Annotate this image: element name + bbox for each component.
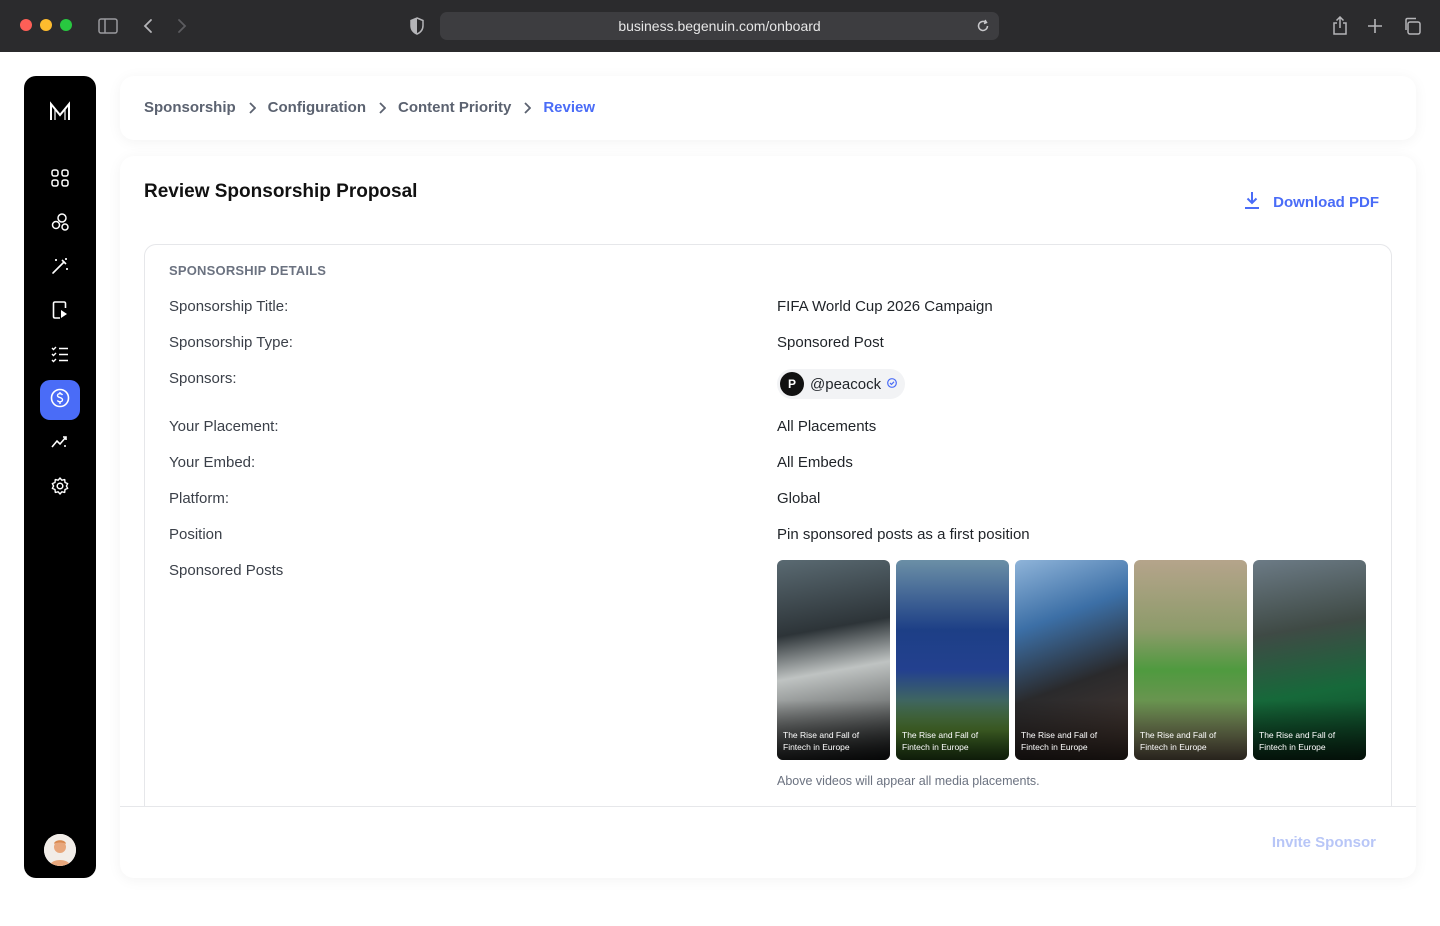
sidebar-item-settings[interactable] bbox=[40, 468, 80, 508]
sidebar-item-videos[interactable] bbox=[40, 292, 80, 332]
sidebar-item-sponsorship[interactable] bbox=[40, 380, 80, 420]
value-sponsorship-title: FIFA World Cup 2026 Campaign bbox=[777, 298, 993, 315]
label-your-placement: Your Placement: bbox=[169, 418, 279, 435]
brand-logo-icon[interactable] bbox=[48, 100, 72, 124]
invite-sponsor-button[interactable]: Invite Sponsor bbox=[1272, 834, 1376, 851]
value-position: Pin sponsored posts as a first position bbox=[777, 526, 1030, 543]
sponsored-post-thumbnail[interactable]: The Rise and Fall of Fintech in Europe bbox=[1015, 560, 1128, 760]
privacy-shield-icon[interactable] bbox=[405, 14, 429, 38]
breadcrumb-sponsorship[interactable]: Sponsorship bbox=[144, 99, 236, 116]
chevron-right-icon bbox=[378, 101, 386, 114]
post-caption: The Rise and Fall of Fintech in Europe bbox=[902, 730, 979, 752]
tab-overview-icon[interactable] bbox=[1400, 14, 1424, 38]
maximize-window-button[interactable] bbox=[60, 19, 72, 31]
label-sponsorship-title: Sponsorship Title: bbox=[169, 298, 289, 315]
post-caption: The Rise and Fall of Fintech in Europe bbox=[1140, 730, 1217, 752]
chevron-right-icon bbox=[523, 101, 532, 114]
sidebar-item-tasks[interactable] bbox=[40, 336, 80, 376]
breadcrumb-review: Review bbox=[543, 99, 596, 116]
page-title: Review Sponsorship Proposal bbox=[144, 181, 418, 202]
close-window-button[interactable] bbox=[20, 19, 32, 31]
sponsored-post-thumbnail[interactable]: The Rise and Fall of Fintech in Europe bbox=[1134, 560, 1247, 760]
video-page-icon bbox=[50, 300, 70, 325]
browser-toolbar: business.begenuin.com/onboard bbox=[0, 0, 1440, 52]
sponsored-post-thumbnail[interactable]: The Rise and Fall of Fintech in Europe bbox=[1253, 560, 1366, 760]
checklist-icon bbox=[50, 344, 70, 369]
magic-wand-icon bbox=[50, 256, 70, 281]
post-caption: The Rise and Fall of Fintech in Europe bbox=[783, 730, 860, 752]
sponsored-post-thumbnail[interactable]: The Rise and Fall of Fintech in Europe bbox=[896, 560, 1009, 760]
label-sponsorship-type: Sponsorship Type: bbox=[169, 334, 293, 351]
dollar-icon bbox=[49, 387, 71, 414]
url-text: business.begenuin.com/onboard bbox=[618, 18, 821, 34]
sponsor-chip[interactable]: P @peacock bbox=[777, 369, 906, 399]
share-icon[interactable] bbox=[1328, 14, 1352, 38]
minimize-window-button[interactable] bbox=[40, 19, 52, 31]
reload-icon[interactable] bbox=[973, 16, 993, 36]
chevron-right-icon bbox=[248, 101, 256, 114]
sponsored-post-thumbnail[interactable]: The Rise and Fall of Fintech in Europe bbox=[777, 560, 890, 760]
verified-badge-icon bbox=[887, 375, 898, 393]
label-platform: Platform: bbox=[169, 490, 230, 507]
sidebar-item-communities[interactable] bbox=[40, 204, 80, 244]
breadcrumb-configuration[interactable]: Configuration bbox=[268, 99, 366, 116]
breadcrumb-content-priority[interactable]: Content Priority bbox=[398, 99, 511, 116]
analytics-icon bbox=[50, 432, 70, 457]
new-tab-icon[interactable] bbox=[1363, 14, 1387, 38]
placement-note: Above videos will appear all media place… bbox=[777, 774, 1040, 788]
sponsored-posts-list: The Rise and Fall of Fintech in Europe T… bbox=[777, 560, 1366, 760]
download-icon bbox=[1243, 190, 1261, 214]
value-platform: Global bbox=[777, 490, 821, 507]
download-pdf-label: Download PDF bbox=[1273, 193, 1379, 211]
label-sponsors: Sponsors: bbox=[169, 370, 237, 387]
value-sponsorship-type: Sponsored Post bbox=[777, 334, 884, 351]
breadcrumb: Sponsorship Configuration Content Priori… bbox=[144, 99, 595, 116]
back-icon[interactable] bbox=[136, 14, 160, 38]
address-bar[interactable]: business.begenuin.com/onboard bbox=[440, 12, 999, 40]
review-card: Review Sponsorship Proposal Download PDF… bbox=[120, 156, 1416, 878]
sidebar-item-creative[interactable] bbox=[40, 248, 80, 288]
sidebar-item-analytics[interactable] bbox=[40, 424, 80, 464]
community-icon bbox=[50, 212, 70, 237]
breadcrumb-card: Sponsorship Configuration Content Priori… bbox=[120, 76, 1416, 140]
section-title: SPONSORSHIP DETAILS bbox=[169, 263, 327, 278]
settings-icon bbox=[50, 476, 70, 501]
grid-icon bbox=[50, 168, 70, 193]
value-your-embed: All Embeds bbox=[777, 454, 853, 471]
footer-divider bbox=[120, 806, 1416, 807]
label-position: Position bbox=[169, 526, 223, 543]
sponsor-logo: P bbox=[780, 372, 804, 396]
label-your-embed: Your Embed: bbox=[169, 454, 256, 471]
post-caption: The Rise and Fall of Fintech in Europe bbox=[1259, 730, 1336, 752]
sponsor-handle: @peacock bbox=[810, 375, 882, 393]
value-your-placement: All Placements bbox=[777, 418, 877, 435]
download-pdf-button[interactable]: Download PDF bbox=[1243, 190, 1379, 214]
user-avatar[interactable] bbox=[44, 834, 76, 866]
app-sidebar bbox=[24, 76, 96, 878]
sidebar-item-dashboard[interactable] bbox=[40, 160, 80, 200]
sidebar-toggle-icon[interactable] bbox=[96, 14, 120, 38]
forward-icon[interactable] bbox=[170, 14, 194, 38]
sponsorship-details: SPONSORSHIP DETAILS Sponsorship Title: F… bbox=[144, 244, 1392, 806]
post-caption: The Rise and Fall of Fintech in Europe bbox=[1021, 730, 1098, 752]
label-sponsored-posts: Sponsored Posts bbox=[169, 562, 284, 579]
